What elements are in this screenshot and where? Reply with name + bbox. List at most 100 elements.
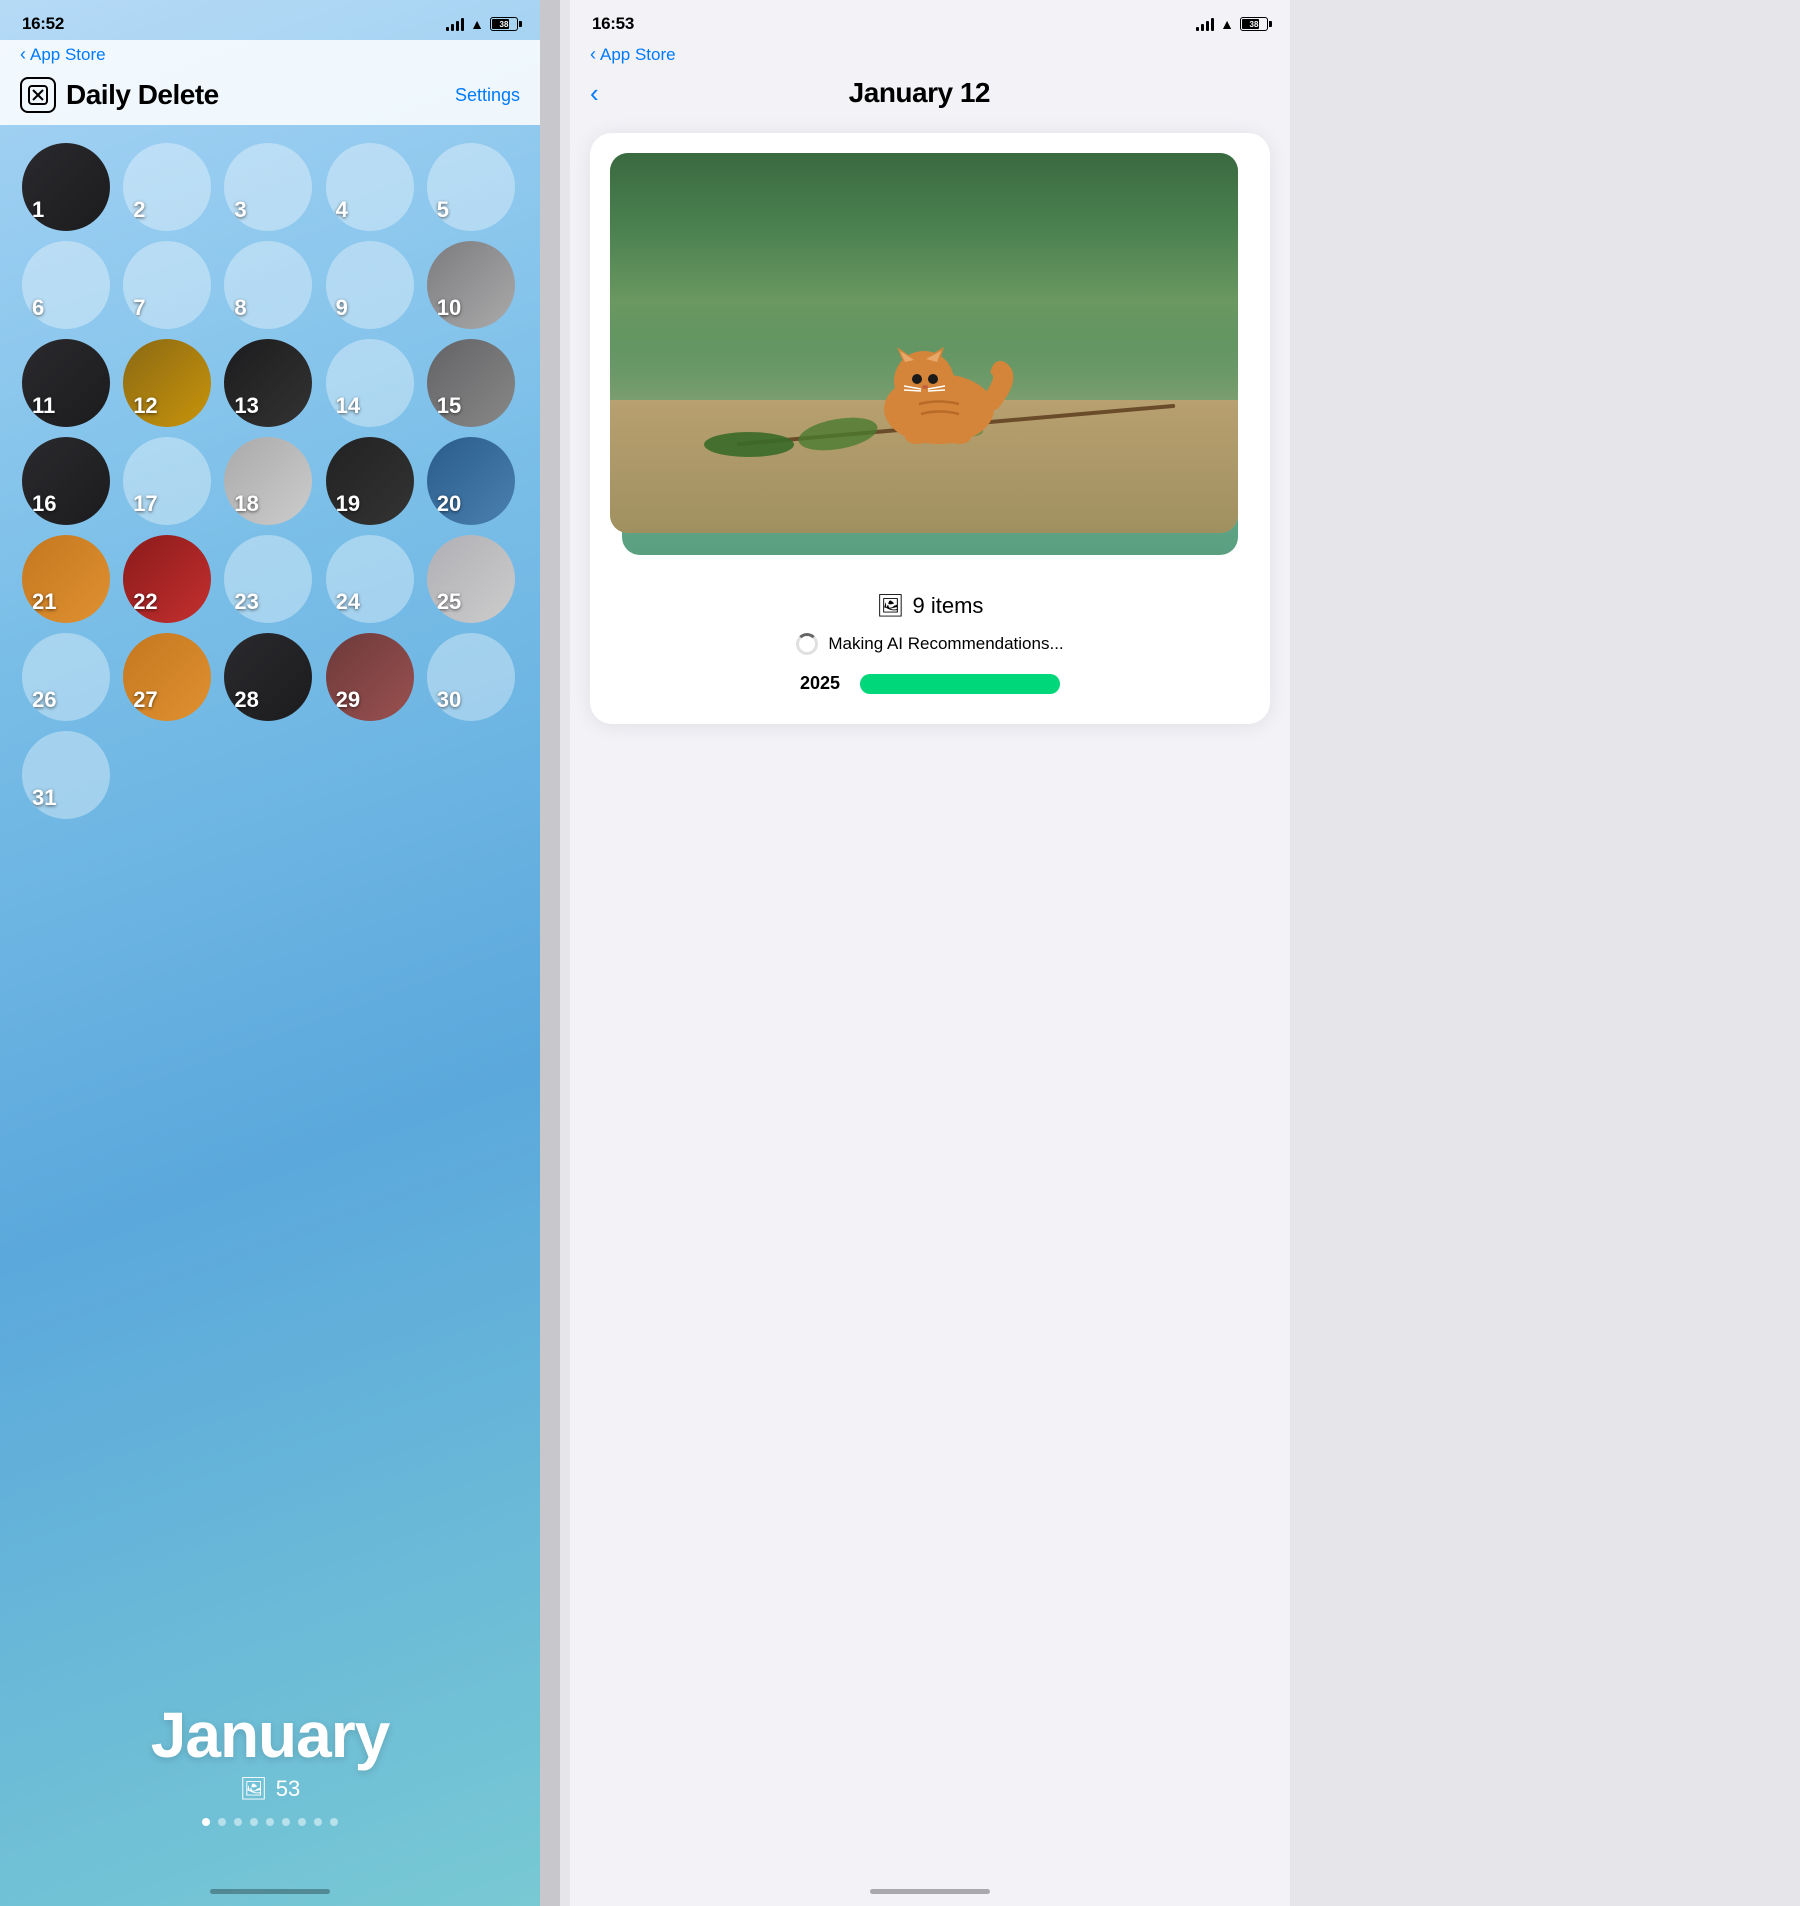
day-circle-27[interactable]: 27 [123, 633, 211, 721]
day-circle-17[interactable]: 17 [123, 437, 211, 525]
day-circle-19[interactable]: 19 [326, 437, 414, 525]
detail-back-button[interactable]: ‹ [590, 80, 599, 106]
right-app-store-back[interactable]: ‹ App Store [590, 44, 676, 65]
app-store-label: App Store [30, 45, 106, 65]
page-dot-4[interactable] [266, 1818, 274, 1826]
left-status-icons: ▲ 38 [446, 16, 518, 32]
background-fill [1290, 0, 1800, 1906]
loading-spinner [796, 633, 818, 655]
day-circle-28[interactable]: 28 [224, 633, 312, 721]
left-time: 16:52 [22, 14, 64, 34]
settings-button[interactable]: Settings [455, 85, 520, 106]
day-number-3: 3 [234, 197, 246, 223]
left-status-bar: 16:52 ▲ 38 [0, 0, 540, 40]
day-circle-12[interactable]: 12 [123, 339, 211, 427]
back-chevron-icon: ‹ [20, 44, 26, 65]
day-number-20: 20 [437, 491, 461, 517]
day-circle-11[interactable]: 11 [22, 339, 110, 427]
day-circle-10[interactable]: 10 [427, 241, 515, 329]
day-circle-5[interactable]: 5 [427, 143, 515, 231]
page-dot-8[interactable] [330, 1818, 338, 1826]
day-circle-2[interactable]: 2 [123, 143, 211, 231]
day-circle-21[interactable]: 21 [22, 535, 110, 623]
day-number-10: 10 [437, 295, 461, 321]
page-dot-6[interactable] [298, 1818, 306, 1826]
right-status-bar: 16:53 ▲ 38 [570, 0, 1290, 40]
day-number-26: 26 [32, 687, 56, 713]
app-title-row: Daily Delete [20, 77, 219, 113]
day-circle-14[interactable]: 14 [326, 339, 414, 427]
day-circle-22[interactable]: 22 [123, 535, 211, 623]
year-label: 2025 [800, 673, 840, 694]
day-number-27: 27 [133, 687, 157, 713]
page-dot-7[interactable] [314, 1818, 322, 1826]
day-number-31: 31 [32, 785, 56, 811]
wifi-icon: ▲ [470, 16, 484, 32]
day-number-18: 18 [234, 491, 258, 517]
day-circle-23[interactable]: 23 [224, 535, 312, 623]
day-circle-1[interactable]: 1 [22, 143, 110, 231]
day-circle-20[interactable]: 20 [427, 437, 515, 525]
day-number-5: 5 [437, 197, 449, 223]
day-number-16: 16 [32, 491, 56, 517]
day-circle-16[interactable]: 16 [22, 437, 110, 525]
page-dots [202, 1818, 338, 1826]
home-indicator [210, 1889, 330, 1894]
delete-icon [27, 84, 49, 106]
day-number-23: 23 [234, 589, 258, 615]
calendar-area: 1234567891011121314151617181920212223242… [0, 125, 540, 819]
signal-icon [446, 17, 464, 31]
day-number-17: 17 [133, 491, 157, 517]
day-circle-24[interactable]: 24 [326, 535, 414, 623]
photo-stack-front[interactable] [610, 153, 1238, 533]
day-circle-4[interactable]: 4 [326, 143, 414, 231]
day-circle-31[interactable]: 31 [22, 731, 110, 819]
cat-photo [610, 153, 1238, 533]
page-dot-3[interactable] [250, 1818, 258, 1826]
phone-divider [540, 0, 560, 1906]
calendar-bottom: January 🖼 53 [0, 1698, 540, 1826]
day-circle-3[interactable]: 3 [224, 143, 312, 231]
photo-count: 53 [276, 1776, 300, 1802]
page-dot-1[interactable] [218, 1818, 226, 1826]
day-circle-30[interactable]: 30 [427, 633, 515, 721]
day-number-8: 8 [234, 295, 246, 321]
year-progress-bar [860, 674, 1060, 694]
right-wifi-icon: ▲ [1220, 16, 1234, 32]
day-circle-7[interactable]: 7 [123, 241, 211, 329]
day-circle-29[interactable]: 29 [326, 633, 414, 721]
page-dot-2[interactable] [234, 1818, 242, 1826]
items-row: 🖼 9 items [590, 593, 1270, 619]
app-store-back[interactable]: ‹ App Store [20, 44, 106, 65]
detail-title: January 12 [599, 77, 1240, 109]
day-number-24: 24 [336, 589, 360, 615]
day-circle-8[interactable]: 8 [224, 241, 312, 329]
detail-nav: ‹ January 12 [570, 73, 1290, 117]
day-circle-26[interactable]: 26 [22, 633, 110, 721]
cat-illustration [849, 329, 1029, 449]
day-circle-6[interactable]: 6 [22, 241, 110, 329]
calendar-grid: 1234567891011121314151617181920212223242… [16, 143, 524, 819]
day-circle-9[interactable]: 9 [326, 241, 414, 329]
right-time: 16:53 [592, 14, 634, 34]
month-label: January [151, 1698, 389, 1772]
right-home-indicator [870, 1889, 990, 1894]
detail-card: 🖼 9 items Making AI Recommendations... 2… [590, 133, 1270, 724]
day-number-30: 30 [437, 687, 461, 713]
day-number-25: 25 [437, 589, 461, 615]
day-number-21: 21 [32, 589, 56, 615]
right-signal-icon [1196, 17, 1214, 31]
day-circle-18[interactable]: 18 [224, 437, 312, 525]
day-number-15: 15 [437, 393, 461, 419]
page-dot-0[interactable] [202, 1818, 210, 1826]
day-circle-15[interactable]: 15 [427, 339, 515, 427]
day-circle-13[interactable]: 13 [224, 339, 312, 427]
day-circle-25[interactable]: 25 [427, 535, 515, 623]
items-photo-icon: 🖼 [877, 593, 905, 619]
right-nav-bar: ‹ App Store [570, 40, 1290, 73]
day-number-29: 29 [336, 687, 360, 713]
page-dot-5[interactable] [282, 1818, 290, 1826]
day-number-13: 13 [234, 393, 258, 419]
day-number-28: 28 [234, 687, 258, 713]
photo-stack [610, 153, 1250, 573]
